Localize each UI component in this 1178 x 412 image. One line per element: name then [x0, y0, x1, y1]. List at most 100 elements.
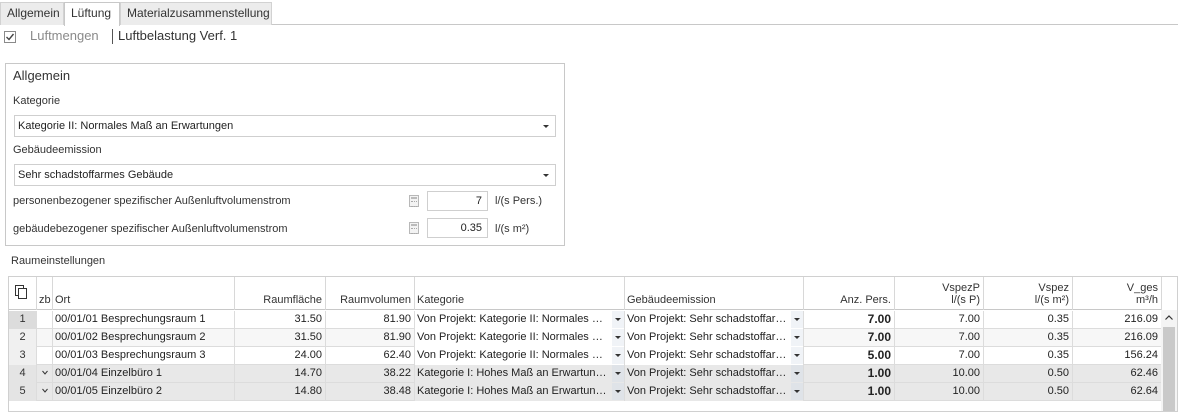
breadcrumb-luftbelastung[interactable]: Luftbelastung Verf. 1 — [118, 28, 237, 43]
tab-lueftung[interactable]: Lüftung — [64, 2, 120, 26]
vspezp-cell[interactable]: 7.00 — [895, 329, 984, 347]
anz-pers-cell[interactable]: 7.00 — [804, 329, 895, 347]
header-emission[interactable]: Gebäudeemission — [625, 277, 804, 310]
anz-pers-cell[interactable]: 1.00 — [804, 365, 895, 383]
emission-cell[interactable]: Von Projekt: Sehr schadstoffarmes Gebäud… — [625, 365, 804, 383]
raumvolumen-cell[interactable]: 38.48 — [326, 383, 415, 401]
anz-pers-cell[interactable]: 5.00 — [804, 347, 895, 365]
calculator-icon[interactable] — [409, 222, 419, 234]
view-checkbox[interactable] — [4, 31, 16, 43]
ort-cell[interactable]: 00/01/04 Einzelbüro 1 — [53, 365, 235, 383]
vges-cell[interactable]: 216.09 — [1073, 311, 1162, 329]
header-ort[interactable]: Ort — [53, 277, 235, 310]
table-row[interactable]: 2 00/01/02 Besprechungsraum 2 31.50 81.90 Vo… — [9, 329, 1162, 347]
header-raumflaeche-label: Raumfläche — [263, 294, 322, 306]
emission-cell-text: Von Projekt: Sehr schadstoffarmes Gebäud… — [627, 331, 790, 343]
header-anz-pers[interactable]: Anz. Pers. — [804, 277, 895, 310]
vspezp-cell[interactable]: 10.00 — [895, 383, 984, 401]
header-raumvolumen[interactable]: Raumvolumen — [326, 277, 415, 310]
kategorie-label: Kategorie — [13, 95, 61, 107]
general-groupbox: Allgemein Kategorie Kategorie II: Normal… — [5, 63, 565, 246]
vspez-cell[interactable]: 0.35 — [984, 347, 1073, 365]
raumflaeche-cell[interactable]: 14.80 — [235, 383, 326, 401]
vges-cell[interactable]: 62.46 — [1073, 365, 1162, 383]
ort-cell[interactable]: 00/01/02 Besprechungsraum 2 — [53, 329, 235, 347]
chevron-down-icon[interactable] — [42, 370, 48, 375]
vspez-cell[interactable]: 0.50 — [984, 365, 1073, 383]
header-vspezp[interactable]: VspezP l/(s P) — [895, 277, 984, 310]
table-row[interactable]: 1 00/01/01 Besprechungsraum 1 31.50 81.90 Vo… — [9, 311, 1162, 329]
scroll-up-icon[interactable] — [1165, 315, 1173, 320]
vspez-cell[interactable]: 0.35 — [984, 329, 1073, 347]
raumflaeche-cell[interactable]: 31.50 — [235, 329, 326, 347]
kategorie-cell[interactable]: Kategorie I: Hohes Maß an Erwartungen — [415, 365, 625, 383]
kategorie-cell[interactable]: Von Projekt: Kategorie II: Normales Maß … — [415, 329, 625, 347]
person-flow-input[interactable]: 7 — [427, 191, 488, 211]
copy-column-header[interactable] — [9, 277, 37, 310]
header-vspez[interactable]: Vspez l/(s m²) — [984, 277, 1073, 310]
kategorie-cell[interactable]: Von Projekt: Kategorie II: Normales Maß … — [415, 311, 625, 329]
anz-pers-cell[interactable]: 1.00 — [804, 383, 895, 401]
building-flow-input[interactable]: 0.35 — [427, 218, 488, 238]
vges-cell[interactable]: 156.24 — [1073, 347, 1162, 365]
calculator-icon[interactable] — [409, 195, 419, 207]
raumflaeche-cell[interactable]: 31.50 — [235, 311, 326, 329]
table-row[interactable]: 4 00/01/04 Einzelbüro 1 14.70 38.22 Kategori… — [9, 365, 1162, 383]
header-vspezp-unit: l/(s P) — [951, 294, 980, 306]
tab-allgemein[interactable]: Allgemein — [0, 2, 64, 25]
header-vges[interactable]: V_ges m³/h — [1073, 277, 1162, 310]
anz-pers-cell[interactable]: 7.00 — [804, 311, 895, 329]
header-kategorie[interactable]: Kategorie — [415, 277, 625, 310]
raumvolumen-cell[interactable]: 38.22 — [326, 365, 415, 383]
kategorie-cell[interactable]: Von Projekt: Kategorie II: Normales Maß … — [415, 347, 625, 365]
row-number: 1 — [9, 311, 37, 329]
vges-cell[interactable]: 216.09 — [1073, 329, 1162, 347]
emission-label: Gebäudeemission — [13, 144, 102, 156]
vspezp-cell[interactable]: 7.00 — [895, 347, 984, 365]
emission-dropdown[interactable]: Sehr schadstoffarmes Gebäude — [14, 164, 556, 186]
building-flow-label: gebäudebezogener spezifischer Außenluftv… — [13, 223, 288, 235]
vspezp-cell[interactable]: 7.00 — [895, 311, 984, 329]
table-row[interactable]: 3 00/01/03 Besprechungsraum 3 24.00 62.40 Vo… — [9, 347, 1162, 365]
vspez-cell[interactable]: 0.50 — [984, 383, 1073, 401]
header-raumflaeche[interactable]: Raumfläche — [235, 277, 326, 310]
table-row[interactable]: 5 00/01/05 Einzelbüro 2 14.80 38.48 Kategori… — [9, 383, 1162, 401]
raumvolumen-cell[interactable]: 62.40 — [326, 347, 415, 365]
tab-bar: Allgemein Lüftung Materialzusammenstellu… — [0, 0, 1178, 26]
raumvolumen-cell[interactable]: 81.90 — [326, 311, 415, 329]
emission-cell[interactable]: Von Projekt: Sehr schadstoffarmes Gebäud… — [625, 311, 804, 329]
vertical-scrollbar[interactable] — [1161, 310, 1177, 411]
vspezp-cell[interactable]: 10.00 — [895, 365, 984, 383]
zb-cell[interactable] — [37, 311, 53, 329]
kategorie-cell[interactable]: Kategorie I: Hohes Maß an Erwartungen — [415, 383, 625, 401]
chevron-down-icon — [794, 318, 800, 321]
breadcrumb-separator — [112, 29, 113, 44]
zb-cell[interactable] — [37, 329, 53, 347]
kategorie-cell-text: Von Projekt: Kategorie II: Normales Maß … — [417, 349, 611, 361]
raumflaeche-cell[interactable]: 14.70 — [235, 365, 326, 383]
breadcrumb-luftmengen[interactable]: Luftmengen — [30, 28, 99, 43]
raumflaeche-cell[interactable]: 24.00 — [235, 347, 326, 365]
emission-cell[interactable]: Von Projekt: Sehr schadstoffarmes Gebäud… — [625, 329, 804, 347]
kategorie-dropdown[interactable]: Kategorie II: Normales Maß an Erwartunge… — [14, 115, 556, 137]
chevron-down-icon — [543, 174, 549, 177]
kategorie-cell-text: Kategorie I: Hohes Maß an Erwartungen — [417, 367, 611, 379]
kategorie-cell-text: Kategorie I: Hohes Maß an Erwartungen — [417, 385, 611, 397]
header-zb[interactable]: zb — [37, 277, 53, 310]
new-row-placeholder[interactable] — [9, 401, 1162, 411]
zb-cell[interactable] — [37, 383, 53, 401]
ort-cell[interactable]: 00/01/05 Einzelbüro 2 — [53, 383, 235, 401]
chevron-down-icon[interactable] — [42, 388, 48, 393]
header-raumvolumen-label: Raumvolumen — [340, 294, 411, 306]
vges-cell[interactable]: 62.64 — [1073, 383, 1162, 401]
emission-cell[interactable]: Von Projekt: Sehr schadstoffarmes Gebäud… — [625, 383, 804, 401]
emission-cell[interactable]: Von Projekt: Sehr schadstoffarmes Gebäud… — [625, 347, 804, 365]
ort-cell[interactable]: 00/01/01 Besprechungsraum 1 — [53, 311, 235, 329]
ort-cell[interactable]: 00/01/03 Besprechungsraum 3 — [53, 347, 235, 365]
scrollbar-thumb[interactable] — [1163, 327, 1175, 411]
vspez-cell[interactable]: 0.35 — [984, 311, 1073, 329]
tab-materialzusammenstellung[interactable]: Materialzusammenstellung — [120, 2, 272, 25]
zb-cell[interactable] — [37, 347, 53, 365]
raumvolumen-cell[interactable]: 81.90 — [326, 329, 415, 347]
zb-cell[interactable] — [37, 365, 53, 383]
